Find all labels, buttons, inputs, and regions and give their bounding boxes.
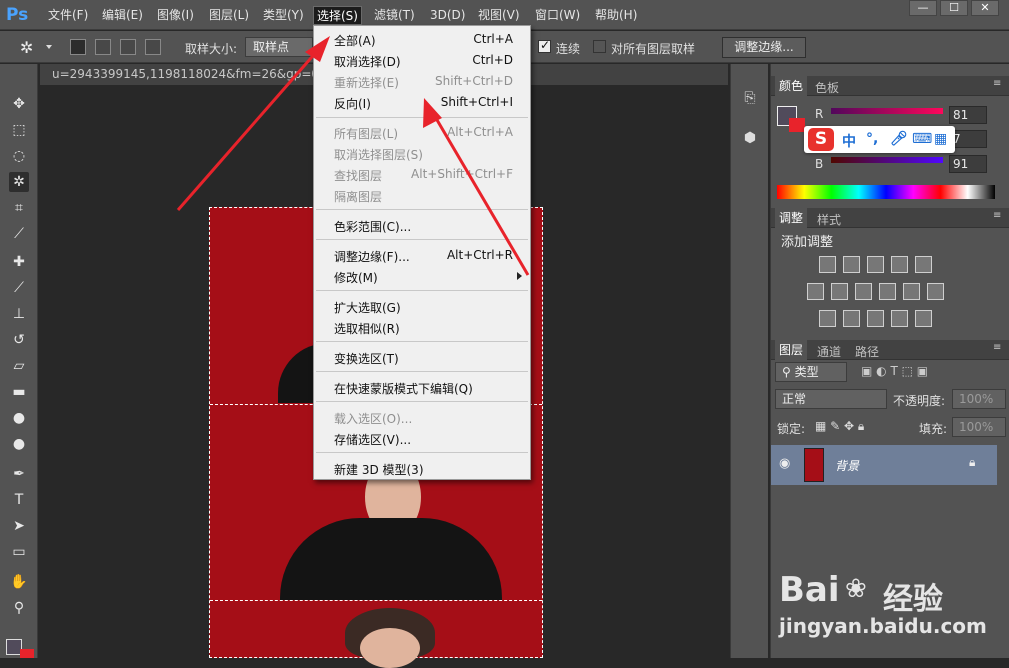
tab-layers[interactable]: 图层 <box>775 340 808 360</box>
lock-icons[interactable]: ▦ ✎ ✥ 🔒︎ <box>815 419 864 434</box>
tab-styles[interactable]: 样式 <box>817 211 841 228</box>
brightness-icon[interactable] <box>819 256 836 273</box>
opacity-label: 不透明度: <box>893 394 946 408</box>
selective-color-icon[interactable] <box>891 310 908 327</box>
tab-swatches[interactable]: 色板 <box>815 79 839 96</box>
annotation-arrow-line <box>428 107 530 276</box>
threshold-icon[interactable] <box>867 310 884 327</box>
layer-name: 背景 <box>835 459 860 473</box>
tab-adjustments[interactable]: 调整 <box>775 208 808 228</box>
blend-mode-select[interactable]: 正常 <box>775 389 887 409</box>
channel-mixer-icon[interactable] <box>903 283 920 300</box>
channel-b-value[interactable]: 91 <box>949 155 987 173</box>
fill-input[interactable]: 100% <box>952 417 1006 437</box>
invert-icon[interactable] <box>819 310 836 327</box>
tab-color[interactable]: 颜色 <box>775 76 808 96</box>
levels-icon[interactable] <box>843 256 860 273</box>
layers-panel-tabs: 图层 通道 路径 ≡ <box>771 340 1009 360</box>
channel-r-label: R <box>815 107 824 121</box>
exposure-icon[interactable] <box>891 256 908 273</box>
search-icon: ⚲ <box>782 365 791 379</box>
bg-color-swatch[interactable] <box>789 118 805 132</box>
gradient-map-icon[interactable] <box>915 310 932 327</box>
layer-lock-icon: 🔒︎ <box>969 455 976 469</box>
layer-filter-icons[interactable]: ▣ ◐ T ⬚ ▣ <box>861 364 986 380</box>
ime-mode-toggle[interactable]: 中 <box>842 131 856 151</box>
hue-saturation-icon[interactable] <box>807 283 824 300</box>
layer-row-background[interactable]: ◉ 背景 🔒︎ <box>771 445 997 485</box>
visibility-eye-icon[interactable]: ◉ <box>779 456 790 471</box>
color-balance-icon[interactable] <box>831 283 848 300</box>
color-panel-tabs: 颜色 色板 ≡ <box>771 76 1009 96</box>
channel-r-value[interactable]: 81 <box>949 106 987 124</box>
annotation-arrow-line <box>176 41 327 211</box>
layer-filter-select[interactable]: ⚲ 类型 <box>775 362 847 382</box>
microphone-icon[interactable]: 🎤︎ <box>890 131 908 147</box>
keyboard-icon[interactable]: ⌨ <box>912 131 932 147</box>
black-white-icon[interactable] <box>855 283 872 300</box>
mini-dock: ⎘ ⬢ <box>730 64 768 658</box>
channel-b-slider[interactable] <box>831 157 943 163</box>
ime-toolbar[interactable]: S 中 °, 🎤︎ ⌨ ▦ <box>804 126 955 153</box>
tab-channels[interactable]: 通道 <box>817 343 841 360</box>
panel-menu-icon[interactable]: ≡ <box>993 342 1001 353</box>
sogou-logo-icon[interactable]: S <box>808 128 834 151</box>
color-lookup-icon[interactable] <box>927 283 944 300</box>
panel-menu-icon[interactable]: ≡ <box>993 210 1001 221</box>
tab-paths[interactable]: 路径 <box>855 343 879 360</box>
ime-punct-toggle[interactable]: °, <box>866 131 878 147</box>
layer-thumbnail <box>804 448 824 482</box>
panel-menu-icon[interactable]: ≡ <box>993 78 1001 89</box>
layer-filter-label: 类型 <box>794 365 819 379</box>
vibrance-icon[interactable] <box>915 256 932 273</box>
history-panel-icon[interactable]: ⎘ <box>741 90 759 108</box>
opacity-input[interactable]: 100% <box>952 389 1006 409</box>
adjust-panel-title: 添加调整 <box>781 235 834 250</box>
channel-b-label: B <box>815 157 824 171</box>
photo-filter-icon[interactable] <box>879 283 896 300</box>
curves-icon[interactable] <box>867 256 884 273</box>
posterize-icon[interactable] <box>843 310 860 327</box>
lock-label: 锁定: <box>777 422 806 436</box>
grid-menu-icon[interactable]: ▦ <box>934 131 947 147</box>
right-panels: 颜色 色板 ≡ R 81 G 7 B 91 调整 样式 ≡ 添加调整 图层 通道… <box>770 64 1009 658</box>
channel-r-slider[interactable] <box>831 108 943 114</box>
color-spectrum-bar[interactable] <box>777 185 995 199</box>
adjust-panel-tabs: 调整 样式 ≡ <box>771 208 1009 228</box>
3d-panel-icon[interactable]: ⬢ <box>741 130 759 148</box>
arrowhead-icon <box>305 36 330 62</box>
fill-label: 填充: <box>919 422 948 436</box>
